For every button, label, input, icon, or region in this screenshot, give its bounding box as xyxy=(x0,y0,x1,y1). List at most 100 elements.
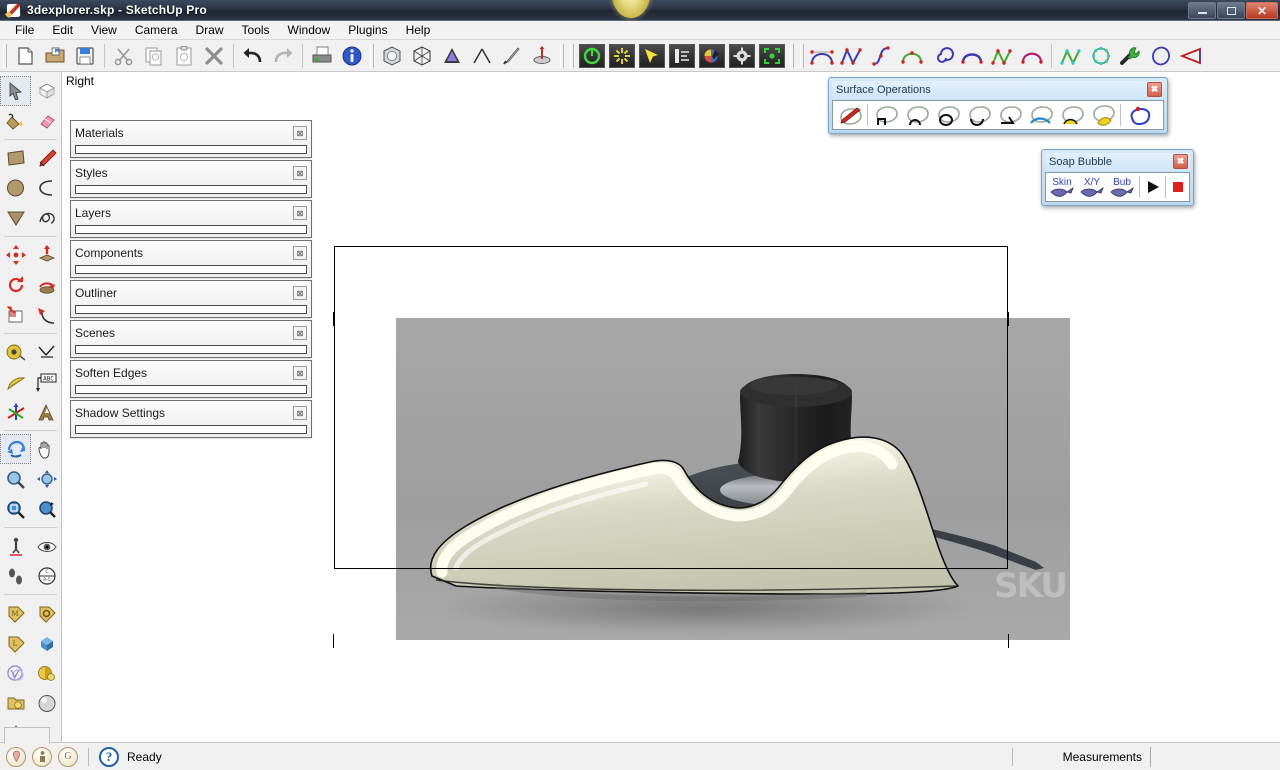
cursor-arrow-icon[interactable] xyxy=(639,43,665,68)
look-around-tool[interactable] xyxy=(31,531,62,561)
menu-view[interactable]: View xyxy=(82,22,126,38)
trim-sword-icon[interactable] xyxy=(497,41,527,71)
menu-window[interactable]: Window xyxy=(279,22,340,38)
zoom-tool[interactable] xyxy=(0,464,31,494)
cyan-polyline-icon[interactable] xyxy=(1056,41,1086,71)
soap-bub-button[interactable]: Bub xyxy=(1107,174,1137,200)
print-printer-icon[interactable] xyxy=(307,41,337,71)
surface-blue-curve-icon[interactable] xyxy=(1025,102,1056,128)
redo-arrow-icon[interactable] xyxy=(268,41,298,71)
panel-outliner[interactable]: Outliner ⊠ xyxy=(70,280,312,318)
close-button[interactable]: ✕ xyxy=(1246,2,1278,19)
blue-arc-icon[interactable] xyxy=(957,41,987,71)
menu-camera[interactable]: Camera xyxy=(126,22,187,38)
question-mark-icon[interactable]: ? xyxy=(99,746,119,767)
surface-yellow-fill-icon[interactable] xyxy=(1087,102,1118,128)
s-curve-icon[interactable] xyxy=(867,41,897,71)
panel-soften-edges[interactable]: Soften Edges ⊠ xyxy=(70,360,312,398)
surface-square-icon[interactable] xyxy=(870,102,901,128)
model-info-icon[interactable] xyxy=(337,41,367,71)
arc-tool[interactable] xyxy=(31,173,62,203)
erase-x-icon[interactable] xyxy=(199,41,229,71)
section-plane-tool[interactable]: C R-5 xyxy=(31,561,62,591)
panel-materials[interactable]: Materials ⊠ xyxy=(70,120,312,158)
magenta-arc-icon[interactable] xyxy=(1017,41,1047,71)
soap-bubble-close-button[interactable]: ✖ xyxy=(1173,154,1188,169)
orbit-tool[interactable] xyxy=(0,434,31,464)
freehand-tool[interactable] xyxy=(31,203,62,233)
sliders-icon[interactable] xyxy=(669,43,695,68)
save-floppy-icon[interactable] xyxy=(70,41,100,71)
red-pie-icon[interactable] xyxy=(1176,41,1206,71)
panel-close-layers[interactable]: ⊠ xyxy=(293,206,307,220)
new-document-icon[interactable] xyxy=(10,41,40,71)
polyline-icon[interactable] xyxy=(837,41,867,71)
panel-close-outliner[interactable]: ⊠ xyxy=(293,286,307,300)
person-icon[interactable] xyxy=(32,746,52,767)
panel-styles[interactable]: Styles ⊠ xyxy=(70,160,312,198)
surface-draw-pencil-icon[interactable] xyxy=(834,102,865,128)
dimension-tool[interactable] xyxy=(31,337,62,367)
copy-pages-icon[interactable] xyxy=(139,41,169,71)
green-polyline-icon[interactable] xyxy=(987,41,1017,71)
paste-clipboard-icon[interactable] xyxy=(169,41,199,71)
surface-bowl-icon[interactable] xyxy=(963,102,994,128)
minimize-button[interactable] xyxy=(1188,2,1216,19)
rotate-tool[interactable] xyxy=(0,270,31,300)
measurements-input[interactable] xyxy=(1150,746,1280,767)
gear-icon[interactable] xyxy=(729,43,755,68)
surface-arc-icon[interactable] xyxy=(901,102,932,128)
surface-operations-toolbar[interactable]: Surface Operations ✖ xyxy=(828,77,1168,134)
panel-close-scenes[interactable]: ⊠ xyxy=(293,326,307,340)
menu-tools[interactable]: Tools xyxy=(233,22,279,38)
tape-measure-tool[interactable] xyxy=(0,337,31,367)
previous-view-tool[interactable] xyxy=(31,494,62,524)
menu-help[interactable]: Help xyxy=(397,22,440,38)
color-palette-icon[interactable] xyxy=(699,43,725,68)
split-disc-icon[interactable] xyxy=(527,41,557,71)
blue-loop-icon[interactable] xyxy=(1146,41,1176,71)
panel-close-soften-edges[interactable]: ⊠ xyxy=(293,366,307,380)
soap-play-button[interactable] xyxy=(1142,174,1164,200)
circle-tool[interactable] xyxy=(0,173,31,203)
move-tool[interactable] xyxy=(0,240,31,270)
subtract-cone-icon[interactable] xyxy=(467,41,497,71)
3d-text-tool[interactable] xyxy=(31,397,62,427)
make-component-tool[interactable] xyxy=(31,76,62,106)
soap-stop-button[interactable] xyxy=(1168,174,1188,200)
polygon-tool[interactable] xyxy=(0,203,31,233)
cyan-circle-icon[interactable] xyxy=(1086,41,1116,71)
menu-edit[interactable]: Edit xyxy=(43,22,82,38)
undo-arrow-icon[interactable] xyxy=(238,41,268,71)
text-label-tool[interactable]: ABC xyxy=(31,367,62,397)
panel-close-materials[interactable]: ⊠ xyxy=(293,126,307,140)
status-tab[interactable] xyxy=(4,727,50,744)
menu-plugins[interactable]: Plugins xyxy=(339,22,396,38)
surface-blue-outline-icon[interactable] xyxy=(1123,102,1154,128)
vray-light-tool[interactable] xyxy=(31,658,62,688)
surface-yellow-arc-icon[interactable] xyxy=(1056,102,1087,128)
maximize-button[interactable] xyxy=(1217,2,1245,19)
panel-close-components[interactable]: ⊠ xyxy=(293,246,307,260)
pushpull-tool[interactable] xyxy=(31,240,62,270)
paint-bucket-tool[interactable] xyxy=(0,106,31,136)
rectangle-tool[interactable] xyxy=(0,143,31,173)
soap-xy-button[interactable]: X/Y xyxy=(1077,174,1107,200)
power-button-icon[interactable] xyxy=(579,43,605,68)
vray-circle-tool[interactable] xyxy=(0,658,31,688)
union-cone-icon[interactable] xyxy=(437,41,467,71)
light-tag-tool[interactable]: L xyxy=(0,628,31,658)
spiral-icon[interactable] xyxy=(927,41,957,71)
intersect-cube-icon[interactable] xyxy=(407,41,437,71)
followme-tool[interactable] xyxy=(31,270,62,300)
panel-layers[interactable]: Layers ⊠ xyxy=(70,200,312,238)
soap-bubble-toolbar[interactable]: Soap Bubble ✖ Skin X/Y Bub xyxy=(1041,149,1194,206)
sun-burst-icon[interactable] xyxy=(609,43,635,68)
menu-file[interactable]: File xyxy=(6,22,43,38)
render-region-icon[interactable] xyxy=(759,43,785,68)
zoom-window-tool[interactable] xyxy=(0,494,31,524)
bezier-arc-icon[interactable] xyxy=(807,41,837,71)
select-arrow-tool[interactable] xyxy=(0,76,31,106)
outer-shell-cube-icon[interactable] xyxy=(377,41,407,71)
panel-shadow-settings[interactable]: Shadow Settings ⊠ xyxy=(70,400,312,438)
